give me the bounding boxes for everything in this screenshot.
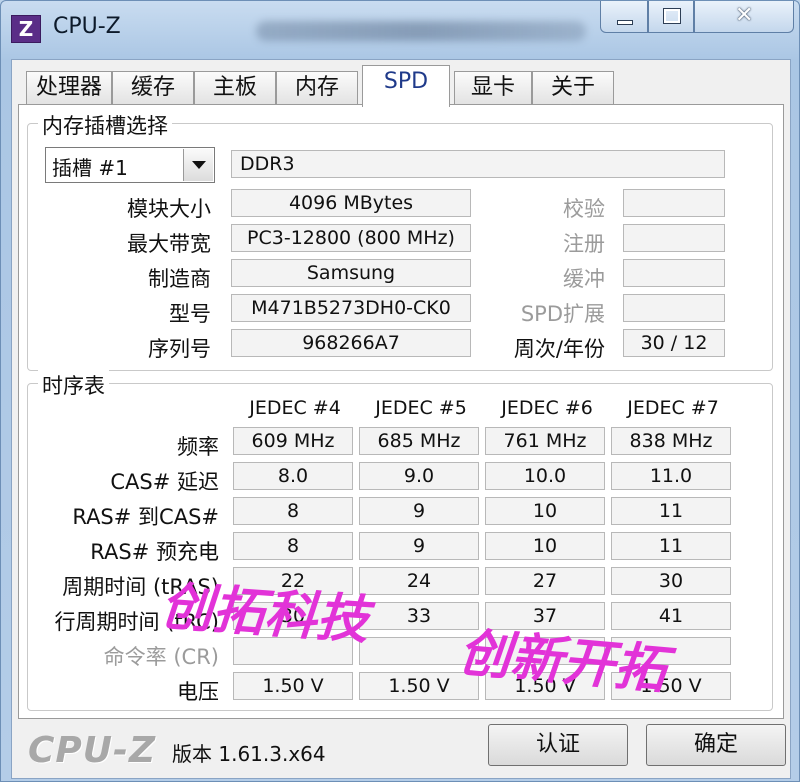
tab-processor[interactable]: 处理器 (26, 71, 112, 105)
part-number-field: M471B5273DH0-CK0 (231, 294, 471, 322)
timing-cell: 1.50 V (359, 672, 479, 700)
cpuz-app-icon: Z (11, 15, 41, 43)
timing-cell: 30 (611, 567, 731, 595)
blurred-title-region (256, 21, 586, 41)
timing-row-label: 频率 (177, 435, 219, 459)
timing-row-label: RAS# 到CAS# (72, 505, 219, 529)
timing-cell: 1.50 V (233, 672, 353, 700)
timing-cell: 9 (359, 497, 479, 525)
part-number-label: 型号 (169, 302, 211, 326)
registered-label: 注册 (563, 232, 605, 256)
timing-row-label: RAS# 预充电 (90, 540, 219, 564)
manufacturer-label: 制造商 (148, 267, 211, 291)
timing-cell: 41 (611, 602, 731, 630)
ok-button[interactable]: 确定 (646, 724, 786, 766)
timing-cell: 8.0 (233, 462, 353, 490)
timings-group-title: 时序表 (38, 370, 109, 400)
timing-cell: 8 (233, 532, 353, 560)
timing-cell: 10 (485, 497, 605, 525)
serial-number-label: 序列号 (148, 337, 211, 361)
spd-panel: 内存插槽选择 插槽 #1 DDR3 模块大小 4096 MBytes 校验 最大… (18, 104, 784, 719)
timing-cell: 22 (233, 567, 353, 595)
close-button[interactable]: ✕ (694, 1, 794, 33)
tab-cache[interactable]: 缓存 (112, 71, 194, 105)
chevron-down-icon (192, 161, 206, 169)
timing-cell: 11.0 (611, 462, 731, 490)
timing-cell: 37 (485, 602, 605, 630)
timing-cell (233, 637, 353, 665)
timing-cell: 1.50 V (485, 672, 605, 700)
cpuz-window: Z CPU-Z ✕ 处理器 缓存 主板 内存 SPD 显卡 关于 内存插槽选择 … (0, 0, 800, 782)
timing-row-label: 行周期时间 (tRC) (54, 610, 219, 634)
buffered-label: 缓冲 (563, 267, 605, 291)
correction-field (623, 189, 725, 217)
tab-mainboard[interactable]: 主板 (194, 71, 276, 105)
slot-select-value: 插槽 #1 (52, 156, 128, 180)
max-bandwidth-field: PC3-12800 (800 MHz) (231, 224, 471, 252)
tab-spd[interactable]: SPD (362, 65, 450, 107)
timing-column-header: JEDEC #4 (249, 397, 341, 419)
slot-select-button[interactable] (183, 149, 213, 181)
manufacturer-field: Samsung (231, 259, 471, 287)
timing-cell: 30 (233, 602, 353, 630)
buffered-field (623, 259, 725, 287)
tab-memory[interactable]: 内存 (276, 71, 358, 105)
maximize-button[interactable] (648, 1, 694, 33)
timing-cell: 11 (611, 532, 731, 560)
cpuz-logo: CPU-Z (28, 730, 157, 771)
memory-type-field: DDR3 (231, 150, 725, 178)
timing-column-header: JEDEC #6 (501, 397, 593, 419)
timing-cell: 9 (359, 532, 479, 560)
timing-cell (485, 637, 605, 665)
timing-cell: 761 MHz (485, 427, 605, 455)
client-area: 处理器 缓存 主板 内存 SPD 显卡 关于 内存插槽选择 插槽 #1 DDR3… (11, 59, 791, 779)
timing-row-label: 周期时间 (tRAS) (62, 575, 219, 599)
tab-graphics[interactable]: 显卡 (454, 71, 532, 105)
version-label: 版本 1.61.3.x64 (172, 742, 326, 766)
correction-label: 校验 (563, 197, 605, 221)
timing-column-header: JEDEC #5 (375, 397, 467, 419)
week-year-field: 30 / 12 (623, 329, 725, 357)
footer-bar: CPU-Z 版本 1.61.3.x64 认证 确定 (12, 720, 792, 780)
timing-row-label: 电压 (177, 680, 219, 704)
timing-column-header: JEDEC #7 (627, 397, 719, 419)
validate-button[interactable]: 认证 (488, 724, 628, 766)
minimize-button[interactable] (600, 1, 648, 33)
timing-cell: 33 (359, 602, 479, 630)
timing-cell: 838 MHz (611, 427, 731, 455)
slot-group-title: 内存插槽选择 (38, 110, 172, 140)
timing-cell: 685 MHz (359, 427, 479, 455)
max-bandwidth-label: 最大带宽 (127, 232, 211, 256)
timing-cell: 11 (611, 497, 731, 525)
timing-row-label: CAS# 延迟 (110, 470, 219, 494)
window-title: CPU-Z (53, 14, 121, 39)
title-bar[interactable]: Z CPU-Z ✕ (1, 1, 800, 53)
timing-row-label: 命令率 (CR) (103, 645, 219, 669)
serial-number-field: 968266A7 (231, 329, 471, 357)
timing-cell: 609 MHz (233, 427, 353, 455)
timing-cell: 8 (233, 497, 353, 525)
module-size-field: 4096 MBytes (231, 189, 471, 217)
spd-ext-label: SPD扩展 (520, 302, 605, 326)
timing-cell (359, 637, 479, 665)
timing-cell: 1.50 V (611, 672, 731, 700)
module-size-label: 模块大小 (127, 197, 211, 221)
maximize-icon (663, 8, 681, 24)
minimize-icon (617, 20, 633, 25)
timing-cell (611, 637, 731, 665)
tab-about[interactable]: 关于 (532, 71, 614, 105)
week-year-label: 周次/年份 (513, 337, 605, 361)
slot-select-dropdown[interactable]: 插槽 #1 (45, 147, 215, 183)
close-icon: ✕ (735, 3, 754, 28)
timing-cell: 27 (485, 567, 605, 595)
timing-cell: 10.0 (485, 462, 605, 490)
registered-field (623, 224, 725, 252)
timing-cell: 24 (359, 567, 479, 595)
timing-cell: 9.0 (359, 462, 479, 490)
spd-ext-field (623, 294, 725, 322)
timing-cell: 10 (485, 532, 605, 560)
